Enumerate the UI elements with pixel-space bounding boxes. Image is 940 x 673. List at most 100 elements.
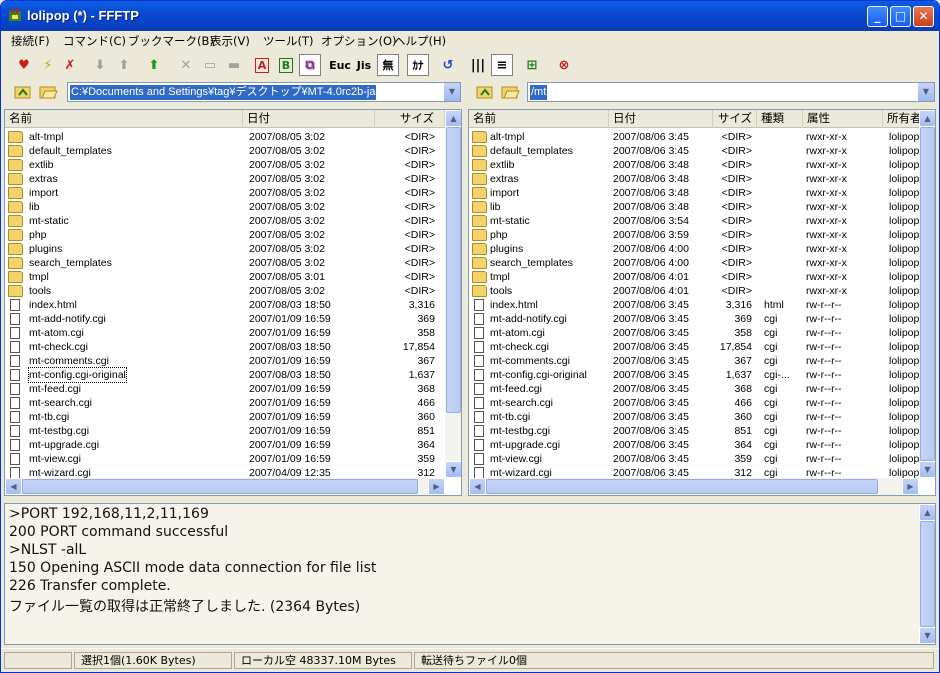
table-row[interactable]: mt-feed.cgi 2007/08/06 3:45 368 cgi rw-r--r-… [469,382,919,396]
detail-view-icon[interactable]: ≡ [491,54,513,76]
mirror-upload-icon[interactable]: ⬆ [143,54,165,76]
remote-vscroll-thumb[interactable] [920,127,935,461]
table-row[interactable]: mt-comments.cgi 2007/08/06 3:45 367 cgi rw-r… [469,354,919,368]
table-row[interactable]: import 2007/08/06 3:48 <DIR> rwxr-xr-x lolip… [469,186,919,200]
table-row[interactable]: extras 2007/08/06 3:48 <DIR> rwxr-xr-x lolip… [469,172,919,186]
kana-button[interactable]: ｶﾅ [407,54,429,76]
table-row[interactable]: alt-tmpl 2007/08/06 3:45 <DIR> rwxr-xr-x lol… [469,130,919,144]
table-row[interactable]: mt-atom.cgi 2007/08/06 3:45 358 cgi rw-r--r-… [469,326,919,340]
no-conversion-button[interactable]: 無 [377,54,399,76]
table-row[interactable]: extras 2007/08/05 3:02 <DIR> [5,172,445,186]
list-view-icon[interactable]: ||| [467,54,489,76]
table-row[interactable]: mt-config.cgi-original 2007/08/03 18:50 1,… [5,367,445,383]
table-row[interactable]: lib 2007/08/05 3:02 <DIR> [5,200,445,214]
disconnect-icon[interactable]: ✗ [59,54,81,76]
mkdir-icon[interactable]: ▬ [223,54,245,76]
table-row[interactable]: mt-testbg.cgi 2007/01/09 16:59 851 [5,424,445,438]
table-row[interactable]: mt-config.cgi-original 2007/08/06 3:45 1,6… [469,368,919,382]
scroll-down-icon[interactable]: ▼ [919,461,935,478]
scroll-up-icon[interactable]: ▲ [919,110,935,127]
close-button[interactable]: ✕ [913,6,934,27]
remote-open-folder-icon[interactable] [500,83,520,101]
table-row[interactable]: mt-view.cgi 2007/08/06 3:45 359 cgi rw-r--r-… [469,452,919,466]
table-row[interactable]: mt-tb.cgi 2007/08/06 3:45 360 cgi rw-r--r-- l… [469,410,919,424]
table-row[interactable]: search_templates 2007/08/05 3:02 <DIR> [5,256,445,270]
table-row[interactable]: default_templates 2007/08/05 3:02 <DIR> [5,144,445,158]
table-row[interactable]: alt-tmpl 2007/08/05 3:02 <DIR> [5,130,445,144]
menu-command[interactable]: コマンド(C) [63,33,126,49]
header-kind[interactable]: 種類 [757,110,803,128]
table-row[interactable]: php 2007/08/06 3:59 <DIR> rwxr-xr-x lolipop [469,228,919,242]
table-row[interactable]: search_templates 2007/08/06 4:00 <DIR> rwxr… [469,256,919,270]
table-row[interactable]: mt-upgrade.cgi 2007/01/09 16:59 364 [5,438,445,452]
table-row[interactable]: mt-check.cgi 2007/08/03 18:50 17,854 [5,340,445,354]
menu-options[interactable]: オプション(O) [321,33,397,49]
table-row[interactable]: mt-check.cgi 2007/08/06 3:45 17,854 cgi rw-r… [469,340,919,354]
table-row[interactable]: mt-upgrade.cgi 2007/08/06 3:45 364 cgi rw-r-… [469,438,919,452]
download-icon[interactable]: ⬇ [89,54,111,76]
table-row[interactable]: tools 2007/08/05 3:02 <DIR> [5,284,445,298]
header-name[interactable]: 名前 [469,110,609,128]
header-name[interactable]: 名前 [5,110,243,128]
log-panel[interactable]: >PORT 192,168,11,2,11,169 200 PORT comma… [4,503,936,645]
scroll-down-icon[interactable]: ▼ [919,627,935,644]
table-row[interactable]: mt-static 2007/08/06 3:54 <DIR> rwxr-xr-x lo… [469,214,919,228]
connect-icon[interactable]: ♥ [13,54,35,76]
chevron-down-icon[interactable]: ▼ [443,83,460,101]
table-row[interactable]: mt-add-notify.cgi 2007/01/09 16:59 369 [5,312,445,326]
upload-icon[interactable]: ⬆ [113,54,135,76]
scroll-right-icon[interactable]: ▶ [428,478,445,495]
table-row[interactable]: mt-comments.cgi 2007/01/09 16:59 367 [5,354,445,368]
scroll-up-icon[interactable]: ▲ [919,504,935,521]
scroll-left-icon[interactable]: ◀ [469,478,486,495]
auto-mode-button[interactable]: ⧉ [299,54,321,76]
table-row[interactable]: import 2007/08/05 3:02 <DIR> [5,186,445,200]
header-date[interactable]: 日付 [609,110,713,128]
sync-folder-icon[interactable]: ⊞ [521,54,543,76]
header-size[interactable]: サイズ [375,110,445,128]
table-row[interactable]: mt-tb.cgi 2007/01/09 16:59 360 [5,410,445,424]
maximize-button[interactable]: □ [890,6,911,27]
header-attr[interactable]: 属性 [803,110,883,128]
menu-connect[interactable]: 接続(F) [11,33,50,49]
rename-icon[interactable]: ▭ [199,54,221,76]
local-vscrollbar[interactable]: ▲ ▼ [445,110,461,478]
title-bar[interactable]: lolipop (*) - FFFTP _ □ ✕ [1,1,939,31]
remote-vscrollbar[interactable]: ▲ ▼ [919,110,935,478]
scroll-down-icon[interactable]: ▼ [445,461,461,478]
chevron-down-icon[interactable]: ▼ [917,83,934,101]
remote-hscrollbar[interactable]: ◀ ▶ [469,478,919,495]
delete-icon[interactable]: ✕ [175,54,197,76]
remote-path-combobox[interactable]: /mt ▼ [527,82,935,102]
table-row[interactable]: plugins 2007/08/06 4:00 <DIR> rwxr-xr-x loli… [469,242,919,256]
local-file-list[interactable]: 名前 日付 サイズ alt-tmpl 2007/08/05 3:02 <DIR> de… [4,109,462,496]
scroll-up-icon[interactable]: ▲ [445,110,461,127]
quick-connect-icon[interactable]: ⚡ [37,54,59,76]
table-row[interactable]: mt-view.cgi 2007/01/09 16:59 359 [5,452,445,466]
table-row[interactable]: php 2007/08/05 3:02 <DIR> [5,228,445,242]
menu-view[interactable]: 表示(V) [210,33,250,49]
table-row[interactable]: mt-testbg.cgi 2007/08/06 3:45 851 cgi rw-r--… [469,424,919,438]
local-path-combobox[interactable]: C:¥Documents and Settings¥tag¥デスクトップ¥MT-… [67,82,461,102]
menu-tools[interactable]: ツール(T) [263,33,314,49]
table-row[interactable]: mt-static 2007/08/05 3:02 <DIR> [5,214,445,228]
table-row[interactable]: tools 2007/08/06 4:01 <DIR> rwxr-xr-x lolipo… [469,284,919,298]
table-row[interactable]: default_templates 2007/08/06 3:45 <DIR> rwx… [469,144,919,158]
binary-mode-button[interactable]: B [275,54,297,76]
jis-button[interactable]: Jis [353,54,375,76]
local-hscroll-thumb[interactable] [22,479,418,494]
log-vscroll-thumb[interactable] [920,521,935,627]
refresh-icon[interactable]: ↺ [437,54,459,76]
log-vscrollbar[interactable]: ▲ ▼ [919,504,935,644]
table-row[interactable]: index.html 2007/08/06 3:45 3,316 html rw-r--… [469,298,919,312]
table-row[interactable]: extlib 2007/08/05 3:02 <DIR> [5,158,445,172]
scroll-right-icon[interactable]: ▶ [902,478,919,495]
local-open-folder-icon[interactable] [38,83,58,101]
table-row[interactable]: mt-search.cgi 2007/01/09 16:59 466 [5,396,445,410]
header-size[interactable]: サイズ [713,110,757,128]
table-row[interactable]: extlib 2007/08/06 3:48 <DIR> rwxr-xr-x lolip… [469,158,919,172]
table-row[interactable]: tmpl 2007/08/06 4:01 <DIR> rwxr-xr-x lolipop [469,270,919,284]
table-row[interactable]: mt-search.cgi 2007/08/06 3:45 466 cgi rw-r--… [469,396,919,410]
menu-help[interactable]: ヘルプ(H) [394,33,446,49]
table-row[interactable]: tmpl 2007/08/05 3:01 <DIR> [5,270,445,284]
